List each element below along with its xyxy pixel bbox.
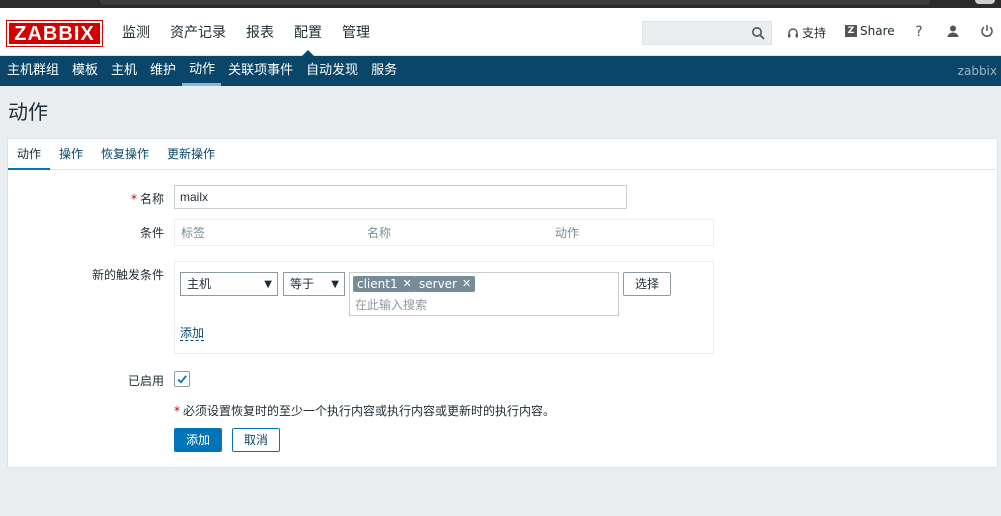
main-menu: 监测 资产记录 报表 配置 管理 [112,8,380,56]
name-label-row: * 名称 [14,190,164,207]
remove-chip-icon[interactable]: ✕ [403,276,412,292]
action-form-panel: 动作 操作 恢复操作 更新操作 *名称 条件 标签 名称 动作 新的触发条件 主… [7,138,998,468]
subnav-host-groups[interactable]: 主机群组 [0,56,65,86]
subnav-maintenance[interactable]: 维护 [143,56,182,86]
tab-update-operations[interactable]: 更新操作 [158,139,224,170]
host-chip: client1 ✕ [353,276,416,292]
host-chip-label: client1 [357,277,398,291]
condition-operator-value: 等于 [290,277,315,291]
cancel-button[interactable]: 取消 [232,428,280,452]
form-tabs: 动作 操作 恢复操作 更新操作 [8,139,997,170]
new-condition-box: 主机 ▼ 等于 ▼ client1 ✕ server ✕ 在此输入搜索 选择 添… [174,261,714,354]
menu-item-reports[interactable]: 报表 [236,8,284,56]
add-condition-link[interactable]: 添加 [180,326,205,341]
subnav-discovery[interactable]: 自动发现 [299,56,364,86]
required-star: * [174,404,180,418]
condition-type-value: 主机 [187,277,212,291]
enabled-label: 已启用 [127,374,164,388]
headset-icon [788,27,798,37]
menu-item-administration[interactable]: 管理 [332,8,380,56]
top-navigation: ZABBIX 监测 资产记录 报表 配置 管理 支持 Z Share ? [0,8,1001,56]
subnav-actions[interactable]: 动作 [182,56,222,86]
select-hosts-button[interactable]: 选择 [623,272,671,296]
global-search-input[interactable] [642,21,772,45]
remove-chip-icon[interactable]: ✕ [462,276,471,292]
subnav-hosts[interactable]: 主机 [104,56,143,86]
menu-item-monitoring[interactable]: 监测 [112,8,160,56]
menu-item-inventory[interactable]: 资产记录 [160,8,236,56]
enabled-checkbox[interactable] [174,371,190,387]
subnav-event-correlation[interactable]: 关联项事件 [221,56,299,86]
share-label: Share [860,24,895,38]
tab-action[interactable]: 动作 [8,139,51,170]
browser-profile-icon [975,0,995,4]
support-link[interactable]: 支持 [787,24,826,41]
share-z-icon: Z [845,25,857,37]
conditions-header-action: 动作 [555,226,580,240]
browser-top-strip [0,0,1001,8]
chevron-down-icon: ▼ [264,279,272,290]
page-title: 动作 [8,100,48,124]
conditions-label: 条件 [139,226,164,240]
host-multiselect[interactable]: client1 ✕ server ✕ 在此输入搜索 [349,272,619,316]
conditions-header-label: 标签 [181,226,206,240]
support-label: 支持 [802,26,827,40]
subnav-username: zabbix [957,64,997,78]
conditions-header-name: 名称 [367,226,392,240]
new-condition-label: 新的触发条件 [91,268,164,282]
browser-tab-strip [100,0,930,5]
add-button[interactable]: 添加 [174,428,222,452]
required-note-text: 必须设置恢复时的至少一个执行内容或执行内容或更新时的执行内容。 [183,404,556,418]
subnav-templates[interactable]: 模板 [65,56,104,86]
sub-navigation: 主机群组 模板 主机 维护 动作 关联项事件 自动发现 服务 zabbix [0,56,1001,86]
menu-item-configuration[interactable]: 配置 [284,8,332,56]
tab-recovery-operations[interactable]: 恢复操作 [92,139,158,170]
zabbix-logo[interactable]: ZABBIX [6,20,103,47]
search-icon[interactable] [751,26,765,40]
tab-operations[interactable]: 操作 [50,139,92,170]
condition-type-select[interactable]: 主机 ▼ [180,272,278,296]
name-input[interactable] [174,185,627,209]
checkmark-icon [177,375,187,384]
help-icon[interactable]: ? [911,24,927,40]
subnav-services[interactable]: 服务 [364,56,403,86]
conditions-table: 标签 名称 动作 [174,219,714,246]
chevron-down-icon: ▼ [331,279,339,290]
user-profile-icon[interactable] [945,24,961,40]
required-star: * [130,192,137,206]
host-search-placeholder[interactable]: 在此输入搜索 [355,296,427,313]
required-note: * 必须设置恢复时的至少一个执行内容或执行内容或更新时的执行内容。 [174,402,555,419]
host-chip-label: server [419,277,457,291]
logout-power-icon[interactable] [979,24,995,40]
host-chip: server ✕ [415,276,476,292]
name-label: 名称 [139,192,164,206]
condition-operator-select[interactable]: 等于 ▼ [283,272,345,296]
share-link[interactable]: Z Share [845,24,895,38]
